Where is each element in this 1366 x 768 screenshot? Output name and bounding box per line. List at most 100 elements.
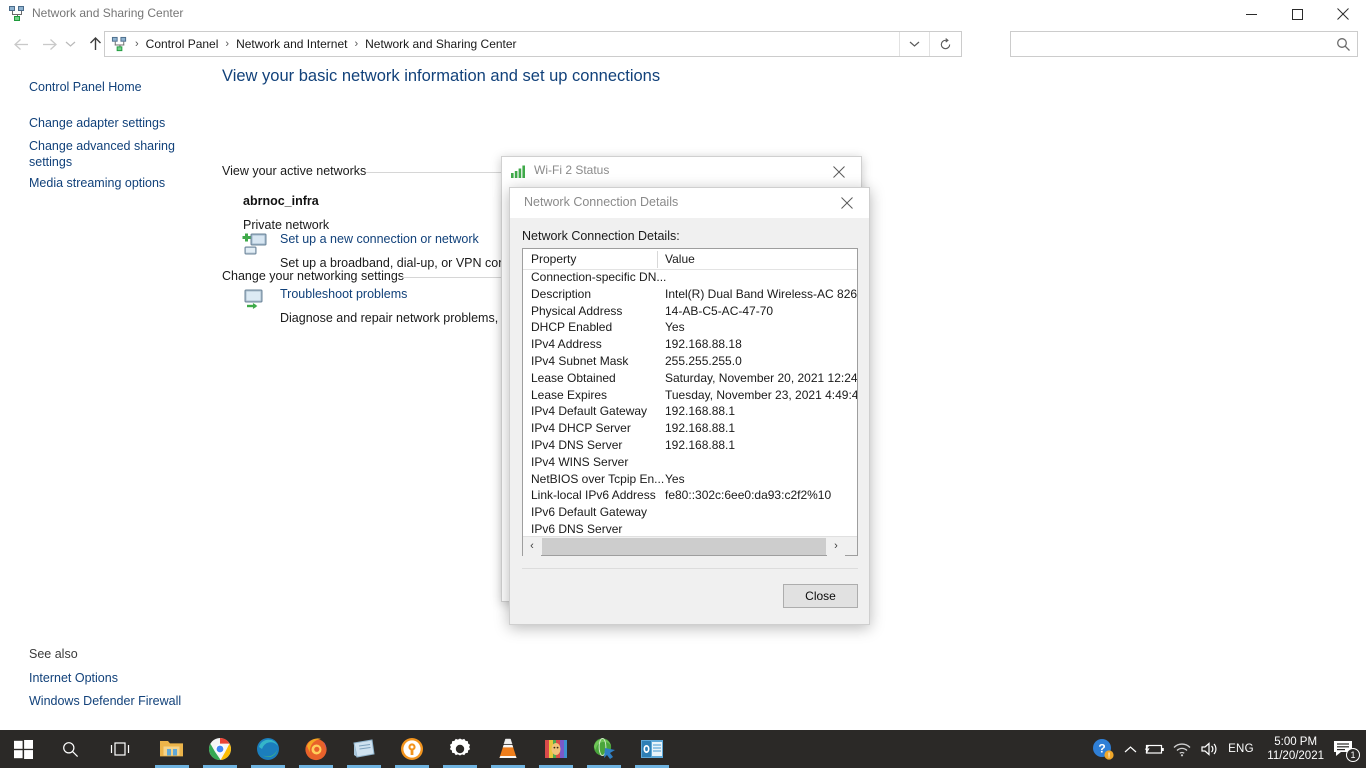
row-value: Tuesday, November 23, 2021 4:49:44 PM xyxy=(665,387,857,402)
breadcrumb-network-icon xyxy=(111,36,128,53)
search-box[interactable] xyxy=(1010,31,1358,57)
close-button[interactable] xyxy=(1320,0,1366,28)
table-row[interactable]: IPv4 DNS Server 192.168.88.1 xyxy=(523,438,857,455)
volume-icon[interactable] xyxy=(1196,730,1224,768)
dialog-close-button[interactable] xyxy=(825,188,869,218)
taskbar-app-winrar[interactable] xyxy=(532,730,580,768)
clock-date: 11/20/2021 xyxy=(1267,750,1324,762)
row-property: Lease Expires xyxy=(531,387,608,402)
row-property: IPv4 DNS Server xyxy=(531,437,623,452)
task-link-troubleshoot-problems[interactable]: Troubleshoot problems xyxy=(280,287,407,301)
language-indicator[interactable]: ENG xyxy=(1224,730,1258,768)
help-icon[interactable]: ? ! xyxy=(1088,730,1118,768)
table-row[interactable]: NetBIOS over Tcpip En... Yes xyxy=(523,472,857,489)
sidebar-item-change-advanced-sharing-settings[interactable]: Change advanced sharing settings xyxy=(29,138,189,170)
show-hidden-icons-chevron-up-icon[interactable] xyxy=(1118,730,1142,768)
taskbar-app-google-chrome[interactable] xyxy=(196,730,244,768)
taskbar-app-sticky-notes[interactable] xyxy=(340,730,388,768)
scrollbar-thumb[interactable] xyxy=(542,537,826,555)
search-icon[interactable] xyxy=(46,730,94,768)
taskbar-app-vlc-media-player[interactable] xyxy=(484,730,532,768)
table-row[interactable]: IPv4 Subnet Mask 255.255.255.0 xyxy=(523,354,857,371)
sidebar-item-change-adapter-settings[interactable]: Change adapter settings xyxy=(29,115,165,131)
search-icon[interactable] xyxy=(1336,32,1351,56)
sidebar-item-windows-defender-firewall[interactable]: Windows Defender Firewall xyxy=(29,693,181,709)
row-property: Link-local IPv6 Address xyxy=(531,488,656,503)
table-row[interactable]: IPv6 DNS Server xyxy=(523,522,857,535)
taskbar-app-vpn-client[interactable] xyxy=(388,730,436,768)
sidebar-item-internet-options[interactable]: Internet Options xyxy=(29,670,118,686)
breadcrumb[interactable]: › Control Panel › Network and Internet ›… xyxy=(104,31,962,57)
horizontal-scrollbar[interactable]: ‹ › xyxy=(523,536,857,556)
breadcrumb-item-network-and-sharing-center[interactable]: Network and Sharing Center xyxy=(365,32,516,56)
new-connection-icon xyxy=(241,232,269,258)
taskbar-app-mozilla-firefox[interactable] xyxy=(292,730,340,768)
sidebar-item-media-streaming-options[interactable]: Media streaming options xyxy=(29,175,165,191)
taskbar-app-settings[interactable] xyxy=(436,730,484,768)
breadcrumb-dropdown-icon[interactable] xyxy=(899,32,929,56)
start-button[interactable] xyxy=(0,730,46,768)
battery-icon[interactable] xyxy=(1142,730,1168,768)
taskbar-app-file-explorer[interactable] xyxy=(148,730,196,768)
minimize-button[interactable] xyxy=(1228,0,1274,28)
table-row[interactable]: Physical Address 14-AB-C5-AC-47-70 xyxy=(523,304,857,321)
chevron-down-icon[interactable] xyxy=(60,28,80,60)
wifi-status-close-button[interactable] xyxy=(817,157,861,186)
row-value: 192.168.88.1 xyxy=(665,421,736,436)
taskbar-app-outlook[interactable] xyxy=(628,730,676,768)
table-row[interactable]: IPv4 DHCP Server 192.168.88.1 xyxy=(523,421,857,438)
table-row[interactable]: IPv4 WINS Server xyxy=(523,455,857,472)
wifi-status-title: Wi-Fi 2 Status xyxy=(534,163,610,177)
table-row[interactable]: Description Intel(R) Dual Band Wireless-A… xyxy=(523,287,857,304)
table-row[interactable]: DHCP Enabled Yes xyxy=(523,320,857,337)
row-value: Saturday, November 20, 2021 12:24:04 PM xyxy=(665,370,857,385)
column-header-property[interactable]: Property xyxy=(531,252,576,266)
notification-count-badge: 1 xyxy=(1346,748,1360,762)
row-property: IPv4 DHCP Server xyxy=(531,421,631,436)
details-section-label: Network Connection Details: xyxy=(522,229,680,243)
close-button[interactable]: Close xyxy=(783,584,858,608)
search-input[interactable] xyxy=(1019,33,1319,55)
back-icon[interactable] xyxy=(8,28,34,60)
network-wifi-icon[interactable] xyxy=(1168,730,1196,768)
details-table[interactable]: Property Value Connection-specific DN...… xyxy=(522,248,858,556)
row-property: Connection-specific DN... xyxy=(531,270,667,284)
networking-settings-header: Change your networking settings xyxy=(222,269,405,283)
table-row[interactable]: IPv6 Default Gateway xyxy=(523,505,857,522)
taskbar-app-microsoft-edge[interactable] xyxy=(244,730,292,768)
row-value: Yes xyxy=(665,320,685,335)
row-value: Yes xyxy=(665,471,685,486)
details-table-body: Connection-specific DN... Description Inte… xyxy=(523,270,857,535)
table-row[interactable]: Lease Obtained Saturday, November 20, 202… xyxy=(523,371,857,388)
see-also-header: See also xyxy=(29,647,78,661)
dialog-footer-divider xyxy=(522,568,858,569)
wifi-signal-bars-icon xyxy=(511,164,527,178)
breadcrumb-item-network-and-internet[interactable]: Network and Internet xyxy=(236,32,347,56)
sidebar-item-control-panel-home[interactable]: Control Panel Home xyxy=(29,79,142,95)
scroll-right-icon[interactable]: › xyxy=(827,536,845,556)
clock[interactable]: 5:00 PM 11/20/2021 xyxy=(1267,730,1324,768)
breadcrumb-item-control-panel[interactable]: Control Panel xyxy=(146,32,219,56)
row-property: Description xyxy=(531,286,592,301)
table-row[interactable]: IPv4 Default Gateway 192.168.88.1 xyxy=(523,404,857,421)
column-divider[interactable] xyxy=(657,251,658,268)
maximize-button[interactable] xyxy=(1274,0,1320,28)
column-header-value[interactable]: Value xyxy=(665,252,695,266)
troubleshoot-icon xyxy=(241,287,269,313)
table-row[interactable]: Lease Expires Tuesday, November 23, 2021 … xyxy=(523,388,857,405)
table-row[interactable]: Link-local IPv6 Address fe80::302c:6ee0:d… xyxy=(523,488,857,505)
row-property: IPv4 Address xyxy=(531,337,602,352)
refresh-icon[interactable] xyxy=(929,32,961,56)
sidebar: Control Panel Home Change adapter settin… xyxy=(0,62,214,730)
task-link-set-up-new-connection[interactable]: Set up a new connection or network xyxy=(280,232,479,246)
row-value: 14-AB-C5-AC-47-70 xyxy=(665,303,774,318)
dialog-titlebar: Network Connection Details xyxy=(510,188,869,218)
table-row[interactable]: Connection-specific DN... xyxy=(523,270,857,287)
task-view-icon[interactable] xyxy=(94,730,146,768)
network-type: Private network xyxy=(243,218,330,232)
taskbar-app-internet-download-manager[interactable] xyxy=(580,730,628,768)
scroll-left-icon[interactable]: ‹ xyxy=(523,536,541,556)
table-row[interactable]: IPv4 Address 192.168.88.18 xyxy=(523,337,857,354)
action-center-icon[interactable]: 1 xyxy=(1324,730,1362,768)
forward-icon[interactable] xyxy=(36,28,62,60)
